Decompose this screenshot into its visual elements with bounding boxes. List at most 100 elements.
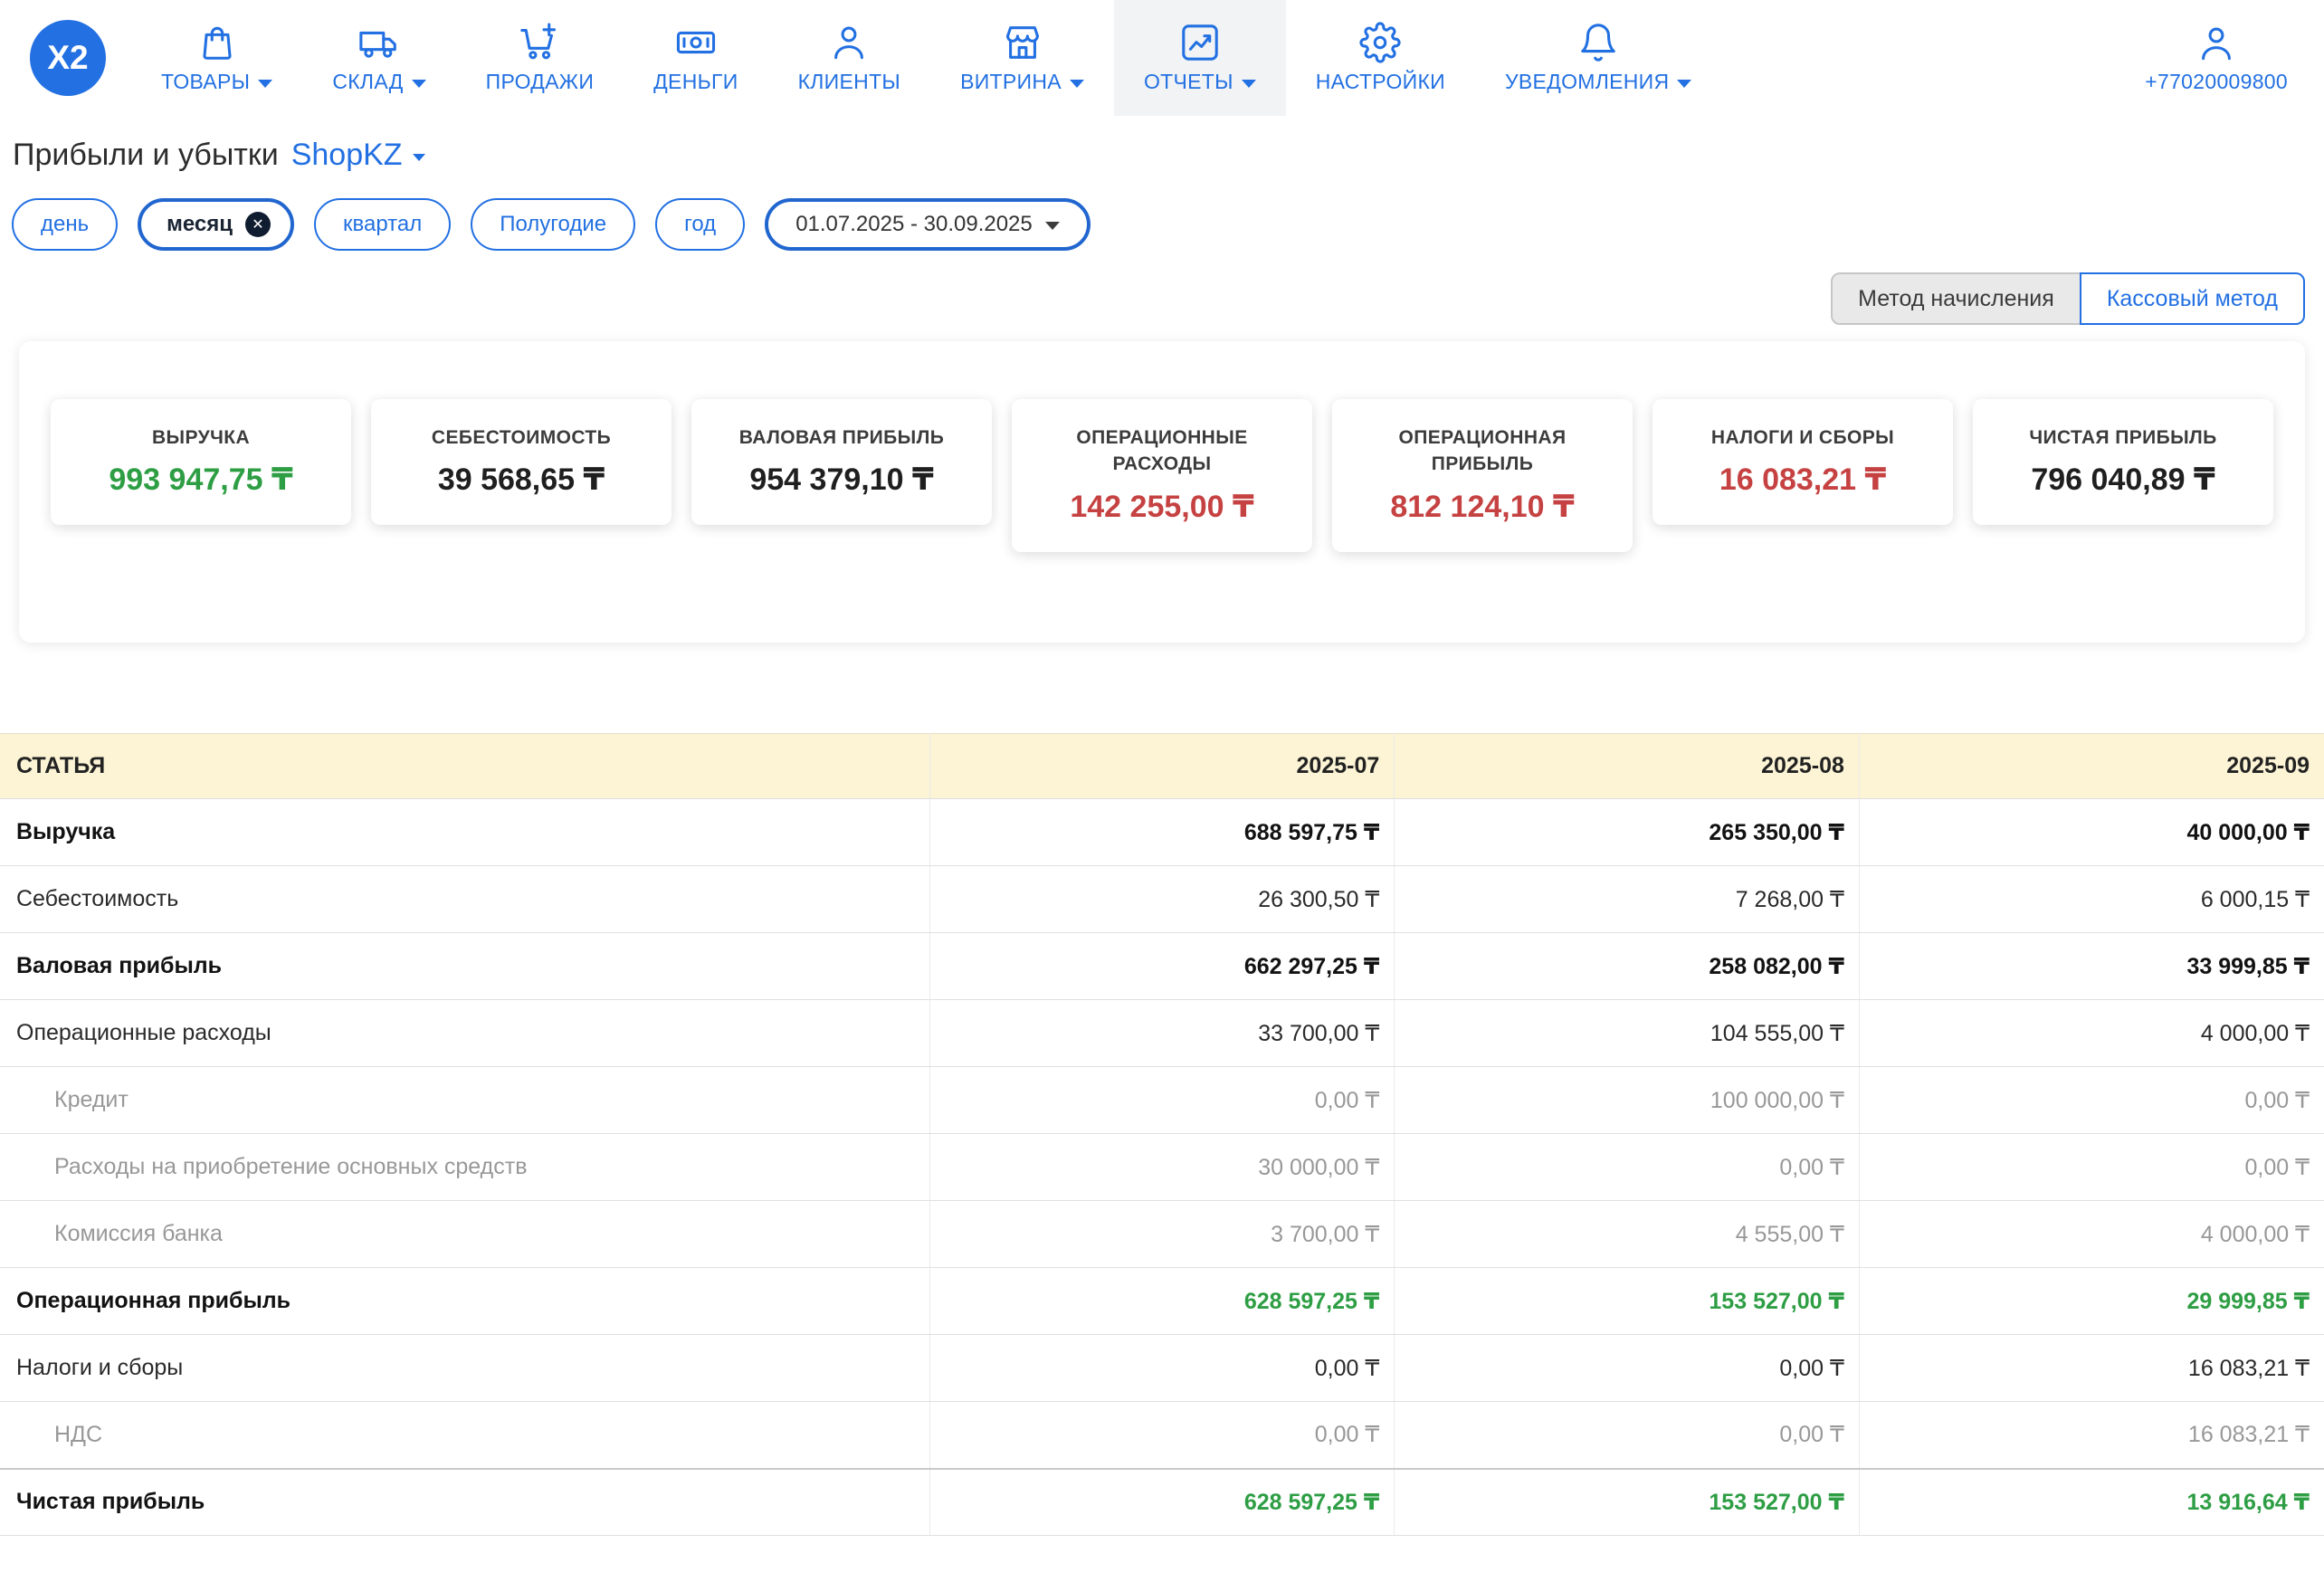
period-chip-year[interactable]: год <box>655 198 745 251</box>
nav-item-label: ОТЧЕТЫ <box>1144 70 1233 94</box>
nav-item-settings[interactable]: НАСТРОЙКИ <box>1286 0 1475 116</box>
period-filter-row: день месяц ✕ квартал Полугодие год 01.07… <box>0 173 2324 251</box>
nav-item-notifications[interactable]: УВЕДОМЛЕНИЯ <box>1475 0 1721 116</box>
summary-card: ВАЛОВАЯ ПРИБЫЛЬ 954 379,10 ₸ <box>691 399 992 525</box>
row-value: 33 999,85 ₸ <box>1859 933 2324 1000</box>
shop-selector[interactable]: ShopKZ <box>291 138 425 173</box>
chevron-down-icon <box>1677 80 1691 88</box>
row-value: 104 555,00 ₸ <box>1395 1000 1860 1067</box>
page-title: Прибыли и убытки <box>13 138 279 173</box>
table-row: Чистая прибыль 628 597,25 ₸ 153 527,00 ₸… <box>0 1469 2324 1536</box>
summary-card: ОПЕРАЦИОННЫЕ РАСХОДЫ 142 255,00 ₸ <box>1012 399 1312 552</box>
row-value: 153 527,00 ₸ <box>1395 1268 1860 1335</box>
row-value: 26 300,50 ₸ <box>929 866 1395 933</box>
app-logo[interactable]: X2 <box>30 20 106 96</box>
nav-item-clients[interactable]: КЛИЕНТЫ <box>768 0 930 116</box>
summary-card: НАЛОГИ И СБОРЫ 16 083,21 ₸ <box>1653 399 1953 525</box>
chip-label: квартал <box>343 212 422 237</box>
nav-item-reports[interactable]: ОТЧЕТЫ <box>1114 0 1286 116</box>
account-menu[interactable]: +77020009800 <box>2109 0 2324 116</box>
card-value: 796 040,89 ₸ <box>1986 462 2261 498</box>
row-value: 0,00 ₸ <box>1859 1067 2324 1134</box>
nav-item-label: ДЕНЬГИ <box>653 70 738 94</box>
card-value: 16 083,21 ₸ <box>1665 462 1940 498</box>
chevron-down-icon <box>413 154 425 161</box>
card-title: ОПЕРАЦИОННЫЕ РАСХОДЫ <box>1024 424 1300 478</box>
cash-method-button[interactable]: Кассовый метод <box>2080 272 2305 325</box>
row-value: 0,00 ₸ <box>929 1335 1395 1402</box>
row-label: Кредит <box>0 1067 929 1134</box>
period-chip-quarter[interactable]: квартал <box>314 198 451 251</box>
title-row: Прибыли и убытки ShopKZ <box>0 116 2324 173</box>
row-label: Операционные расходы <box>0 1000 929 1067</box>
nav-item-label: ТОВАРЫ <box>161 70 250 94</box>
row-value: 662 297,25 ₸ <box>929 933 1395 1000</box>
chevron-down-icon <box>412 80 426 88</box>
row-label: Валовая прибыль <box>0 933 929 1000</box>
period-chip-halfyear[interactable]: Полугодие <box>471 198 635 251</box>
gear-icon <box>1359 22 1401 63</box>
row-value: 628 597,25 ₸ <box>929 1268 1395 1335</box>
row-value: 29 999,85 ₸ <box>1859 1268 2324 1335</box>
period-chip-day[interactable]: день <box>12 198 118 251</box>
column-header-month-2: 2025-08 <box>1395 734 1860 799</box>
accounting-method-toggle: Метод начисленияКассовый метод <box>0 251 2324 325</box>
person-icon <box>828 22 870 63</box>
row-value: 258 082,00 ₸ <box>1395 933 1860 1000</box>
chip-label: год <box>684 212 716 237</box>
row-label: Расходы на приобретение основных средств <box>0 1134 929 1201</box>
row-label: НДС <box>0 1402 929 1469</box>
chevron-down-icon <box>1045 222 1060 230</box>
row-value: 100 000,00 ₸ <box>1395 1067 1860 1134</box>
table-row: Себестоимость 26 300,50 ₸ 7 268,00 ₸ 6 0… <box>0 866 2324 933</box>
row-value: 0,00 ₸ <box>1395 1402 1860 1469</box>
column-header-month-3: 2025-09 <box>1859 734 2324 799</box>
shop-name: ShopKZ <box>291 138 403 173</box>
row-label: Выручка <box>0 799 929 866</box>
accrual-method-button[interactable]: Метод начисления <box>1831 272 2081 325</box>
table-row: Расходы на приобретение основных средств… <box>0 1134 2324 1201</box>
chip-label: день <box>41 212 89 237</box>
period-chip-month[interactable]: месяц ✕ <box>138 198 294 251</box>
summary-card: СЕБЕСТОИМОСТЬ 39 568,65 ₸ <box>371 399 671 525</box>
row-value: 30 000,00 ₸ <box>929 1134 1395 1201</box>
row-label: Комиссия банка <box>0 1201 929 1268</box>
main-nav: ТОВАРЫ СКЛАД ПРОДАЖИ ДЕНЬГИ КЛИЕНТЫ ВИТР… <box>131 0 1721 116</box>
card-title: СЕБЕСТОИМОСТЬ <box>384 424 659 451</box>
account-phone: +77020009800 <box>2145 70 2288 94</box>
card-title: ОПЕРАЦИОННАЯ ПРИБЫЛЬ <box>1345 424 1620 478</box>
summary-card: ЧИСТАЯ ПРИБЫЛЬ 796 040,89 ₸ <box>1973 399 2273 525</box>
nav-item-warehouse[interactable]: СКЛАД <box>302 0 455 116</box>
close-icon[interactable]: ✕ <box>245 212 271 237</box>
logo-wrap: X2 <box>0 0 131 116</box>
card-value: 993 947,75 ₸ <box>63 462 338 498</box>
row-value: 628 597,25 ₸ <box>929 1469 1395 1536</box>
row-value: 4 000,00 ₸ <box>1859 1201 2324 1268</box>
nav-item-sales[interactable]: ПРОДАЖИ <box>456 0 624 116</box>
row-value: 153 527,00 ₸ <box>1395 1469 1860 1536</box>
nav-item-label: СКЛАД <box>332 70 403 94</box>
table-row: Кредит 0,00 ₸ 100 000,00 ₸ 0,00 ₸ <box>0 1067 2324 1134</box>
nav-item-goods[interactable]: ТОВАРЫ <box>131 0 302 116</box>
nav-item-money[interactable]: ДЕНЬГИ <box>624 0 767 116</box>
card-title: ВАЛОВАЯ ПРИБЫЛЬ <box>704 424 979 451</box>
chevron-down-icon <box>1242 80 1256 88</box>
row-label: Операционная прибыль <box>0 1268 929 1335</box>
row-value: 4 555,00 ₸ <box>1395 1201 1860 1268</box>
nav-item-label: ПРОДАЖИ <box>486 70 595 94</box>
card-value: 954 379,10 ₸ <box>704 462 979 498</box>
column-header-article: СТАТЬЯ <box>0 734 929 799</box>
row-value: 0,00 ₸ <box>1859 1134 2324 1201</box>
date-range-picker[interactable]: 01.07.2025 - 30.09.2025 <box>765 198 1091 251</box>
table-row: Операционная прибыль 628 597,25 ₸ 153 52… <box>0 1268 2324 1335</box>
chevron-down-icon <box>1070 80 1084 88</box>
row-value: 6 000,15 ₸ <box>1859 866 2324 933</box>
column-header-month-1: 2025-07 <box>929 734 1395 799</box>
card-value: 39 568,65 ₸ <box>384 462 659 498</box>
card-value: 812 124,10 ₸ <box>1345 489 1620 525</box>
nav-item-storefront[interactable]: ВИТРИНА <box>930 0 1114 116</box>
pnl-table-header: СТАТЬЯ 2025-07 2025-08 2025-09 <box>0 734 2324 799</box>
table-row: Операционные расходы 33 700,00 ₸ 104 555… <box>0 1000 2324 1067</box>
card-title: НАЛОГИ И СБОРЫ <box>1665 424 1940 451</box>
nav-spacer <box>1721 0 2109 116</box>
